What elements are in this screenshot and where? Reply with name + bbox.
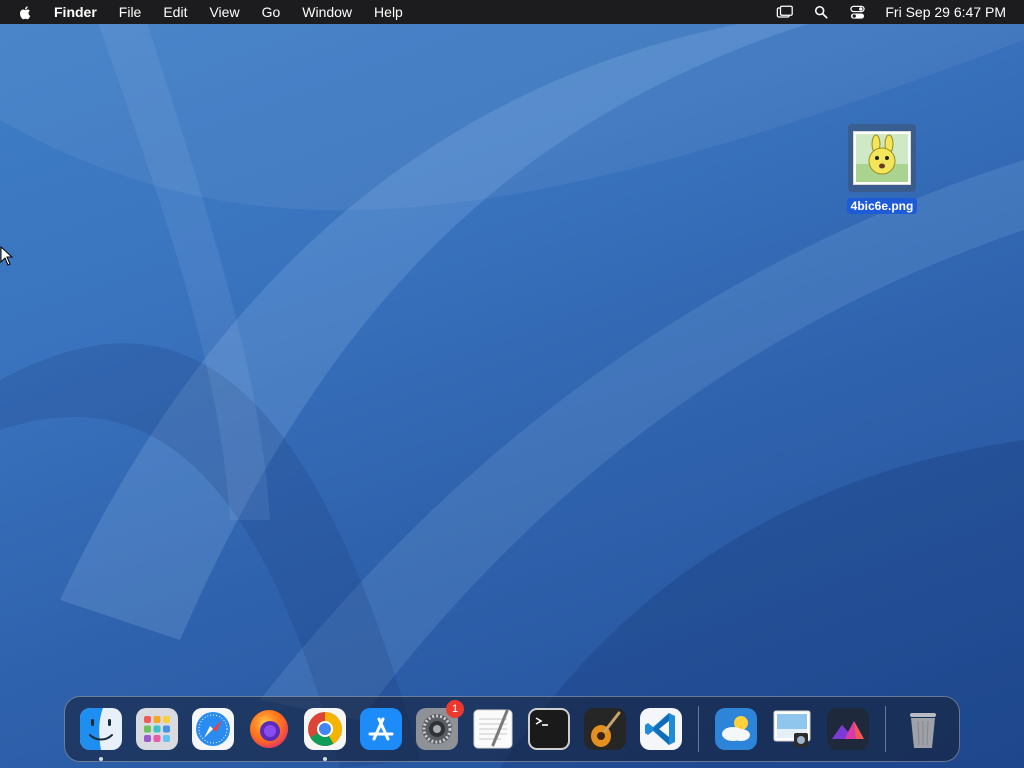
dock-separator — [698, 706, 699, 752]
dock-terminal[interactable] — [526, 706, 572, 752]
firefox-icon — [250, 710, 288, 748]
dock-firefox[interactable] — [246, 706, 292, 752]
dock-trash[interactable] — [900, 706, 946, 752]
app-store-icon — [360, 708, 402, 750]
dock-mountain-app[interactable] — [825, 706, 871, 752]
menu-app-finder[interactable]: Finder — [54, 4, 97, 20]
dock: 1 — [64, 696, 960, 762]
spotlight-search-icon[interactable] — [811, 4, 831, 20]
dock-garageband[interactable] — [582, 706, 628, 752]
dock-textedit[interactable] — [470, 706, 516, 752]
menu-bar: Finder File Edit View Go Window Help Fri… — [0, 0, 1024, 24]
mouse-cursor-icon — [0, 245, 14, 266]
running-indicator — [99, 757, 103, 761]
dock-chrome[interactable] — [302, 706, 348, 761]
dock-separator — [885, 706, 886, 752]
control-center-icon[interactable] — [847, 4, 867, 20]
chrome-icon — [304, 708, 346, 750]
menu-view[interactable]: View — [209, 4, 239, 20]
dock-system-settings[interactable]: 1 — [414, 700, 464, 752]
garageband-icon — [584, 708, 626, 750]
menubar-clock[interactable]: Fri Sep 29 6:47 PM — [885, 4, 1006, 20]
dock-weather[interactable] — [713, 706, 759, 752]
desktop-file-item[interactable]: 4bic6e.png — [843, 124, 921, 214]
vscode-icon — [640, 708, 682, 750]
preview-icon — [773, 710, 811, 747]
textedit-icon — [473, 709, 513, 749]
desktop-wallpaper — [0, 0, 1024, 768]
dock-safari[interactable] — [190, 706, 236, 752]
menu-go[interactable]: Go — [262, 4, 281, 20]
menu-window[interactable]: Window — [302, 4, 352, 20]
image-file-icon[interactable] — [848, 124, 916, 192]
menu-help[interactable]: Help — [374, 4, 403, 20]
weather-icon — [715, 708, 757, 750]
file-name-label[interactable]: 4bic6e.png — [846, 198, 918, 214]
menu-file[interactable]: File — [119, 4, 142, 20]
dock-preview[interactable] — [769, 706, 815, 752]
launchpad-icon — [136, 708, 178, 750]
terminal-icon — [528, 708, 570, 750]
dock-finder[interactable] — [78, 706, 124, 761]
notification-badge: 1 — [446, 700, 464, 718]
dock-app-store[interactable] — [358, 706, 404, 752]
finder-icon — [80, 708, 122, 750]
running-indicator — [323, 757, 327, 761]
menu-edit[interactable]: Edit — [163, 4, 187, 20]
dock-launchpad[interactable] — [134, 706, 180, 752]
safari-icon — [192, 708, 234, 750]
screen-mirroring-icon[interactable] — [775, 4, 795, 20]
mountain-app-icon — [827, 708, 869, 750]
apple-logo-icon[interactable] — [18, 4, 34, 20]
dock-vscode[interactable] — [638, 706, 684, 752]
trash-icon — [910, 713, 936, 748]
